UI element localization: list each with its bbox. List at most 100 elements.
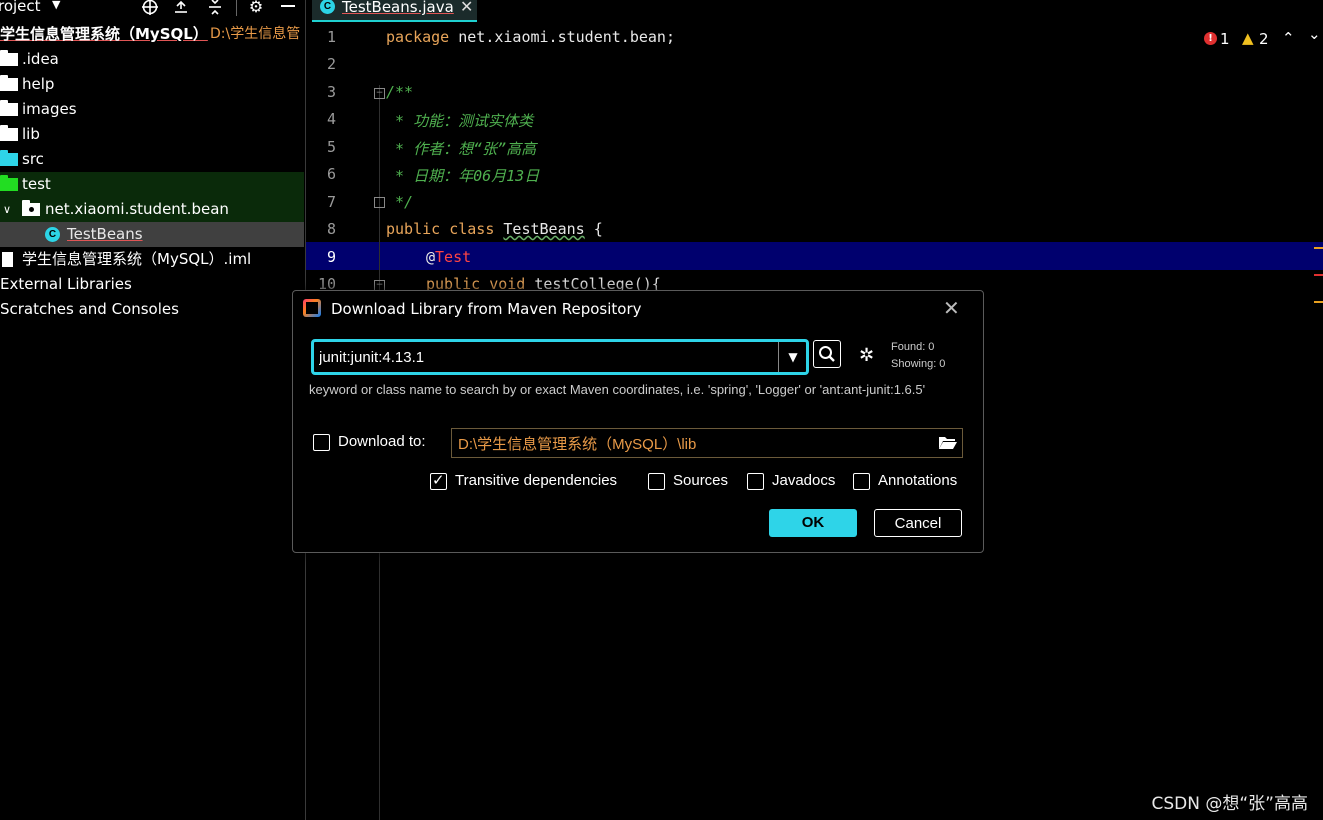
- tree-item-src[interactable]: src: [0, 147, 304, 172]
- tree-item-lib[interactable]: lib: [0, 122, 304, 147]
- line-number: 3: [326, 83, 336, 101]
- line-number: 4: [326, 110, 336, 128]
- sources-checkbox[interactable]: [648, 473, 665, 490]
- tree-item-help[interactable]: help: [0, 72, 304, 97]
- close-icon[interactable]: ✕: [943, 296, 960, 320]
- tree-item-idea[interactable]: .idea: [0, 47, 304, 72]
- line-number: 7: [326, 193, 336, 211]
- download-to-checkbox[interactable]: [313, 434, 330, 451]
- tree-item-scratches[interactable]: Scratches and Consoles: [0, 297, 304, 322]
- code-text: {: [584, 220, 603, 238]
- code-class-name: TestBeans: [503, 220, 585, 238]
- tree-item-iml[interactable]: 学生信息管理系统（MySQL）.iml: [0, 247, 304, 272]
- intellij-logo-icon: [303, 299, 321, 317]
- minimize-icon[interactable]: [278, 0, 298, 18]
- root-project-path: D:\学生信息管: [210, 26, 301, 42]
- source-folder-icon: [0, 150, 18, 166]
- editor-tab-bar: C TestBeans.java ✕: [306, 0, 1323, 22]
- inspection-widget[interactable]: ! 1 ▲ 2 ⌃ ⌄: [1204, 25, 1323, 50]
- chevron-down-icon[interactable]: ▼: [780, 342, 806, 372]
- annotations-checkbox[interactable]: [853, 473, 870, 490]
- tree-item-test[interactable]: test: [0, 172, 304, 197]
- ok-button[interactable]: OK: [769, 509, 857, 537]
- line-number: 6: [326, 165, 336, 183]
- code-annotation: Test: [435, 248, 472, 266]
- maven-search-combobox[interactable]: ▼: [311, 339, 809, 375]
- javadocs-label: Javadocs: [772, 472, 836, 489]
- warning-marker[interactable]: [1314, 301, 1323, 303]
- class-icon: C: [45, 227, 60, 242]
- fold-marker-icon[interactable]: −: [374, 88, 385, 99]
- tab-label: TestBeans.java: [342, 0, 454, 16]
- code-line-1: package net.xiaomi.student.bean;: [386, 28, 675, 46]
- tree-item-package[interactable]: ∨ net.xiaomi.student.bean: [0, 197, 304, 222]
- transitive-dependencies-checkbox[interactable]: [430, 471, 447, 490]
- warning-count: 2: [1259, 30, 1269, 48]
- line-number: 1: [326, 28, 336, 46]
- warning-marker[interactable]: [1314, 247, 1323, 249]
- expand-all-icon[interactable]: [171, 0, 191, 18]
- root-project-name: 学生信息管理系统（MySQL）: [0, 25, 208, 43]
- maven-search-input[interactable]: [319, 342, 775, 372]
- browse-folder-icon[interactable]: [938, 435, 957, 449]
- tree-item-label: .idea: [22, 50, 59, 68]
- tree-item-label: Scratches and Consoles: [0, 300, 179, 318]
- loading-spinner-icon: ✲: [859, 345, 875, 366]
- search-button[interactable]: [813, 340, 841, 368]
- search-hint: keyword or class name to search by or ex…: [309, 382, 926, 397]
- search-icon: [819, 346, 835, 362]
- project-header: roject ▼ ⚙: [0, 0, 304, 22]
- folder-icon: [0, 125, 18, 141]
- line-number: 5: [326, 138, 336, 156]
- line-number: 2: [326, 55, 336, 73]
- module-file-icon: [2, 252, 13, 267]
- error-count: 1: [1220, 30, 1230, 48]
- found-count: Found: 0: [891, 341, 935, 353]
- tree-root[interactable]: 学生信息管理系统（MySQL） D:\学生信息管: [0, 22, 304, 47]
- chevron-down-icon[interactable]: ▼: [52, 0, 60, 11]
- tree-item-external-libraries[interactable]: External Libraries: [0, 272, 304, 297]
- test-folder-icon: [0, 175, 18, 191]
- cancel-button[interactable]: Cancel: [874, 509, 962, 537]
- folder-icon: [0, 75, 18, 91]
- javadocs-checkbox[interactable]: [747, 473, 764, 490]
- dialog-title: Download Library from Maven Repository: [331, 300, 642, 318]
- warning-icon: ▲: [1242, 29, 1254, 47]
- combobox-divider: [778, 342, 779, 372]
- tree-item-label: images: [22, 100, 77, 118]
- line-number: 8: [326, 220, 336, 238]
- download-library-dialog: Download Library from Maven Repository ✕…: [292, 290, 984, 553]
- close-icon[interactable]: ✕: [460, 0, 473, 16]
- collapse-all-icon[interactable]: [205, 0, 225, 18]
- download-to-label: Download to:: [338, 433, 426, 450]
- annotations-label: Annotations: [878, 472, 958, 489]
- tree-item-label: help: [22, 75, 55, 93]
- project-view-title[interactable]: roject: [0, 0, 41, 15]
- chevron-down-icon[interactable]: ∨: [3, 197, 11, 222]
- code-line-9: @Test: [426, 248, 471, 266]
- crosshair-icon[interactable]: [140, 0, 160, 18]
- watermark: CSDN @想“张”高高: [1151, 794, 1309, 814]
- download-path-input[interactable]: [458, 429, 918, 457]
- error-marker[interactable]: [1314, 274, 1323, 276]
- chevron-down-icon[interactable]: ⌄: [1308, 25, 1321, 43]
- package-dot: [29, 207, 34, 212]
- code-line-3: /**: [386, 83, 414, 101]
- code-line-8: public class TestBeans {: [386, 220, 603, 238]
- download-path-field[interactable]: [451, 428, 963, 458]
- code-keyword: public class: [386, 220, 495, 238]
- tree-item-testbeans[interactable]: C TestBeans: [0, 222, 304, 247]
- code-annotation-at: @: [426, 248, 436, 266]
- class-icon: C: [320, 0, 335, 14]
- code-line-6: * 日期：年06月13日: [386, 167, 540, 185]
- gear-icon[interactable]: ⚙: [246, 0, 266, 18]
- code-text: net.xiaomi.student.bean;: [449, 28, 675, 46]
- tab-testbeans[interactable]: C TestBeans.java ✕: [312, 0, 477, 22]
- tree-item-label: TestBeans: [67, 225, 143, 243]
- search-result-counts: Found: 0 Showing: 0: [891, 339, 945, 373]
- chevron-up-icon[interactable]: ⌃: [1282, 29, 1295, 47]
- project-panel: roject ▼ ⚙ 学生信息管理系统（MySQL） D:\学生信息管 .ide…: [0, 0, 304, 820]
- transitive-dependencies-label: Transitive dependencies: [455, 472, 618, 489]
- tree-item-images[interactable]: images: [0, 97, 304, 122]
- fold-marker-icon[interactable]: [374, 197, 385, 208]
